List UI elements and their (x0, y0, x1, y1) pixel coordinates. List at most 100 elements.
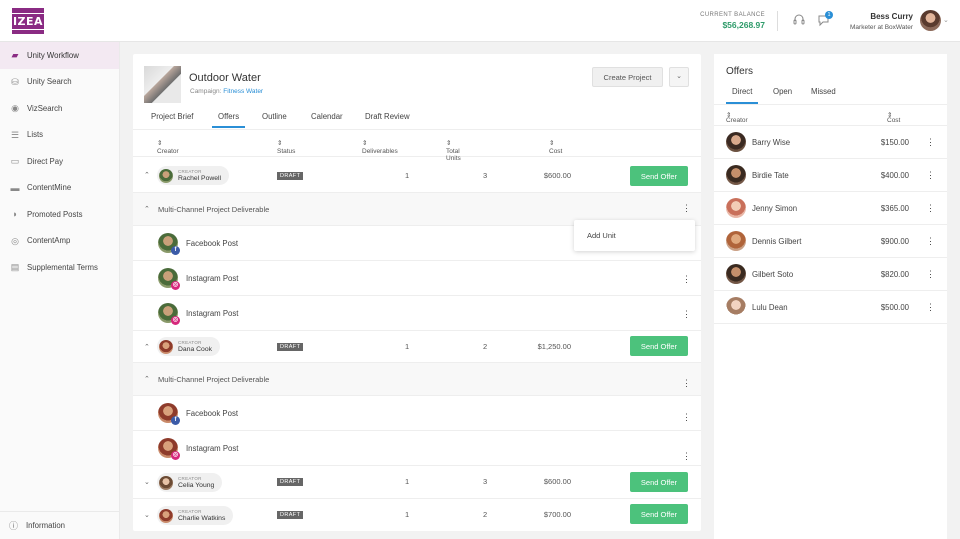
campaign-link[interactable]: Fitness Water (223, 88, 263, 95)
creator-chip[interactable]: CREATOR Dana Cook (157, 337, 221, 356)
menu-item-add-unit[interactable]: Add Unit (587, 231, 695, 240)
tab-draft-review[interactable]: Draft Review (365, 112, 410, 126)
send-offer-button[interactable]: Send Offer (630, 472, 688, 492)
creator-chip[interactable]: CREATOR Charlie Watkins (157, 506, 234, 525)
list-item: f Facebook Post ⋮ (133, 396, 701, 431)
user-info[interactable]: Bess Curry Marketer at BoxWater (850, 12, 913, 31)
offer-creator-name: Jenny Simon (752, 204, 798, 213)
more-vertical-icon[interactable]: ⋮ (926, 137, 935, 148)
send-offer-button[interactable]: Send Offer (630, 504, 688, 524)
creator-chip[interactable]: CREATOR Celia Young (157, 473, 223, 492)
deliverables-count: 1 (405, 342, 410, 351)
sidebar-item-contentmine[interactable]: ▬ ContentMine (0, 175, 119, 202)
workflow-icon: ▰ (11, 50, 19, 61)
offer-row[interactable]: Gilbert Soto $820.00 ⋮ (714, 258, 947, 291)
offer-cost: $150.00 (880, 138, 909, 147)
col-status[interactable]: Status ⇕ (277, 139, 295, 155)
divider (777, 11, 778, 31)
col-cost[interactable]: Cost ⇕ (887, 111, 900, 124)
tab-offers[interactable]: Offers (212, 112, 246, 128)
deliverable-label: Instagram Post (186, 309, 239, 318)
table-row: ⌃ CREATOR Rachel Powell DRAFT 1 3 $600.00… (133, 158, 701, 193)
project-campaign: Campaign: Fitness Water (190, 88, 264, 95)
sidebar-item-supplemental-terms[interactable]: ▤ Supplemental Terms (0, 254, 119, 281)
izea-logo[interactable]: IZEA (9, 8, 47, 34)
avatar (726, 297, 746, 317)
table-row: ⌄ CREATOR Charlie Watkins DRAFT 1 2 $700.… (133, 499, 701, 531)
col-creator[interactable]: Creator ⇕ (157, 139, 179, 155)
sidebar-item-lists[interactable]: ☰ Lists (0, 122, 119, 149)
chevron-down-icon[interactable]: ⌄ (943, 16, 949, 24)
offers-table-header: Creator ⇕ Status ⇕ Deliverables ⇕ Total … (133, 129, 701, 162)
more-vertical-icon[interactable]: ⋮ (926, 302, 935, 313)
tab-calendar[interactable]: Calendar (311, 112, 343, 126)
create-project-button[interactable]: Create Project (592, 67, 663, 87)
chevron-down-icon[interactable]: ⌄ (669, 67, 689, 87)
avatar (726, 198, 746, 218)
more-vertical-icon[interactable]: ⋮ (926, 203, 935, 214)
chevron-up-icon[interactable]: ⌃ (144, 205, 150, 213)
col-deliverables[interactable]: Deliverables ⇕ (362, 139, 398, 155)
tab-outline[interactable]: Outline (262, 112, 287, 126)
sidebar-item-promoted-posts[interactable]: ◗ Promoted Posts (0, 201, 119, 228)
col-total-units[interactable]: Total Units ⇕ (446, 139, 461, 162)
chevron-down-icon[interactable]: ⌄ (144, 478, 150, 486)
sidebar-item-contentamp[interactable]: ◎ ContentAmp (0, 228, 119, 255)
offers-table-header: Creator ⇕ Cost ⇕ (714, 104, 947, 126)
avatar (726, 165, 746, 185)
offer-cost: $400.00 (880, 171, 909, 180)
project-tabs: Project Brief Offers Outline Calendar Dr… (133, 112, 701, 129)
promote-icon: ◗ (12, 209, 18, 220)
deliverable-label: Instagram Post (186, 444, 239, 453)
tab-direct[interactable]: Direct (726, 87, 759, 104)
sidebar-item-unity-search[interactable]: ⛁ Unity Search (0, 69, 119, 96)
send-offer-button[interactable]: Send Offer (630, 336, 688, 356)
more-vertical-icon[interactable]: ⋮ (682, 204, 691, 213)
offer-creator-name: Barry Wise (752, 138, 791, 147)
avatar (159, 168, 173, 183)
chevron-up-icon[interactable]: ⌃ (144, 343, 150, 351)
avatar (159, 475, 173, 490)
offer-row[interactable]: Lulu Dean $500.00 ⋮ (714, 291, 947, 324)
more-vertical-icon[interactable]: ⋮ (682, 310, 691, 319)
row-cost: $600.00 (543, 477, 571, 486)
tab-open[interactable]: Open (773, 87, 792, 102)
facebook-icon: f (171, 246, 180, 255)
more-vertical-icon[interactable]: ⋮ (926, 170, 935, 181)
tab-missed[interactable]: Missed (811, 87, 836, 102)
col-cost[interactable]: Cost ⇕ (549, 139, 562, 155)
more-vertical-icon[interactable]: ⋮ (926, 236, 935, 247)
tab-project-brief[interactable]: Project Brief (151, 112, 193, 126)
chevron-down-icon[interactable]: ⌄ (144, 511, 150, 519)
units-count: 2 (483, 342, 488, 351)
chevron-up-icon[interactable]: ⌃ (144, 375, 150, 383)
send-offer-button[interactable]: Send Offer (630, 166, 688, 186)
sidebar-item-unity-workflow[interactable]: ▰ Unity Workflow (0, 42, 119, 69)
support-headset-icon[interactable] (791, 13, 807, 29)
offer-row[interactable]: Barry Wise $150.00 ⋮ (714, 126, 947, 159)
offer-row[interactable]: Jenny Simon $365.00 ⋮ (714, 192, 947, 225)
more-vertical-icon[interactable]: ⋮ (926, 269, 935, 280)
instagram-icon: ◎ (171, 281, 180, 290)
deliverable-group-row: ⌃ Multi-Channel Project Deliverable ⋮ (133, 363, 701, 396)
offer-creator-name: Lulu Dean (752, 303, 788, 312)
more-vertical-icon[interactable]: ⋮ (682, 452, 691, 461)
sidebar-item-vizsearch[interactable]: ◉ VizSearch (0, 95, 119, 122)
deliverables-count: 1 (405, 477, 410, 486)
instagram-icon: ◎ (171, 316, 180, 325)
offer-cost: $500.00 (880, 303, 909, 312)
deliverables-count: 1 (405, 510, 410, 519)
chevron-up-icon[interactable]: ⌃ (144, 171, 150, 179)
sidebar-item-information[interactable]: ⓘ Information (0, 511, 119, 539)
creator-chip[interactable]: CREATOR Rachel Powell (157, 166, 230, 185)
more-vertical-icon[interactable]: ⋮ (682, 413, 691, 422)
more-vertical-icon[interactable]: ⋮ (682, 275, 691, 284)
units-count: 3 (483, 477, 488, 486)
col-creator[interactable]: Creator ⇕ (726, 111, 748, 124)
offer-row[interactable]: Birdie Tate $400.00 ⋮ (714, 159, 947, 192)
folder-icon: ▬ (10, 182, 20, 193)
more-vertical-icon[interactable]: ⋮ (682, 379, 691, 388)
sidebar-item-direct-pay[interactable]: ▭ Direct Pay (0, 148, 119, 175)
offer-row[interactable]: Dennis Gilbert $900.00 ⋮ (714, 225, 947, 258)
user-avatar[interactable] (920, 10, 941, 31)
